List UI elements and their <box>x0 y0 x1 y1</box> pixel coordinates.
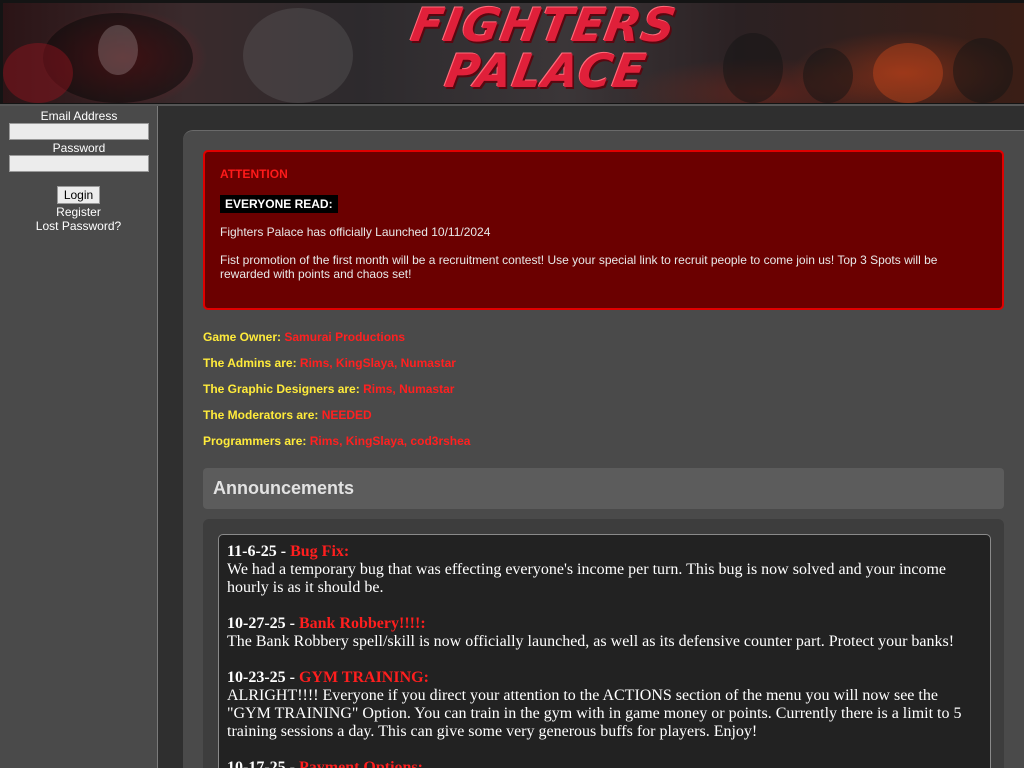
announcement-date: 10-17-25 - <box>227 759 295 768</box>
announcement-title: Bug Fix: <box>290 543 350 560</box>
staff-value: Rims, Numastar <box>363 382 455 396</box>
login-button[interactable]: Login <box>57 186 100 204</box>
staff-value: Rims, KingSlaya, Numastar <box>299 356 456 370</box>
staff-line-designers: The Graphic Designers are: Rims, Numasta… <box>203 382 454 396</box>
staff-line-admins: The Admins are: Rims, KingSlaya, Numasta… <box>203 356 456 370</box>
announcement-date: 11-6-25 - <box>227 543 287 560</box>
staff-value: NEEDED <box>321 408 372 422</box>
launch-notice-text: Fighters Palace has officially Launched … <box>220 225 491 239</box>
staff-line-owner: Game Owner: Samurai Productions <box>203 330 405 344</box>
announcement-body: ALRIGHT!!!! Everyone if you direct your … <box>227 687 962 740</box>
promotion-notice-text: Fist promotion of the first month will b… <box>220 253 938 281</box>
staff-label: The Admins are: <box>203 356 297 370</box>
announcement-item: 11-6-25 - Bug Fix: We had a temporary bu… <box>227 543 982 597</box>
announcement-body: We had a temporary bug that was effectin… <box>227 561 947 596</box>
announcement-item: 10-17-25 - Payment Options: <box>227 759 982 768</box>
email-label: Email Address <box>40 109 118 123</box>
staff-label: The Graphic Designers are: <box>203 382 360 396</box>
announcement-title: Payment Options: <box>298 759 423 768</box>
announcement-body: The Bank Robbery spell/skill is now offi… <box>227 633 955 650</box>
register-link[interactable]: Register <box>0 205 157 219</box>
site-banner: FIGHTERS PALACE <box>0 0 1024 106</box>
password-field[interactable] <box>9 155 149 172</box>
announcements-title: Announcements <box>213 478 355 498</box>
lost-password-link[interactable]: Lost Password? <box>0 219 157 233</box>
banner-logo-text: FIGHTERS PALACE <box>372 0 708 98</box>
announcement-date: 10-27-25 - <box>227 615 295 632</box>
staff-label: The Moderators are: <box>203 408 319 422</box>
attention-heading: ATTENTION <box>220 167 288 181</box>
staff-label: Programmers are: <box>203 434 307 448</box>
staff-value: Rims, KingSlaya, cod3rshea <box>309 434 471 448</box>
staff-value: Samurai Productions <box>284 330 406 344</box>
staff-line-programmers: Programmers are: Rims, KingSlaya, cod3rs… <box>203 434 470 448</box>
announcement-title: GYM TRAINING: <box>298 669 429 686</box>
logo-line-2: PALACE <box>441 44 651 98</box>
announcement-title: Bank Robbery!!!!: <box>298 615 426 632</box>
announcements-list[interactable]: 11-6-25 - Bug Fix: We had a temporary bu… <box>218 534 991 768</box>
everyone-read-badge: EVERYONE READ: <box>220 195 338 213</box>
announcements-header: Announcements <box>203 468 1004 509</box>
login-sidebar: Email Address Password Login Register Lo… <box>0 106 158 768</box>
staff-line-moderators: The Moderators are: NEEDED <box>203 408 372 422</box>
announcement-date: 10-23-25 - <box>227 669 295 686</box>
logo-line-1: FIGHTERS <box>407 0 681 52</box>
email-field[interactable] <box>9 123 149 140</box>
announcement-item: 10-27-25 - Bank Robbery!!!!: The Bank Ro… <box>227 615 982 651</box>
staff-label: Game Owner: <box>203 330 282 344</box>
announcement-item: 10-23-25 - GYM TRAINING: ALRIGHT!!!! Eve… <box>227 669 982 741</box>
password-label: Password <box>52 141 106 155</box>
